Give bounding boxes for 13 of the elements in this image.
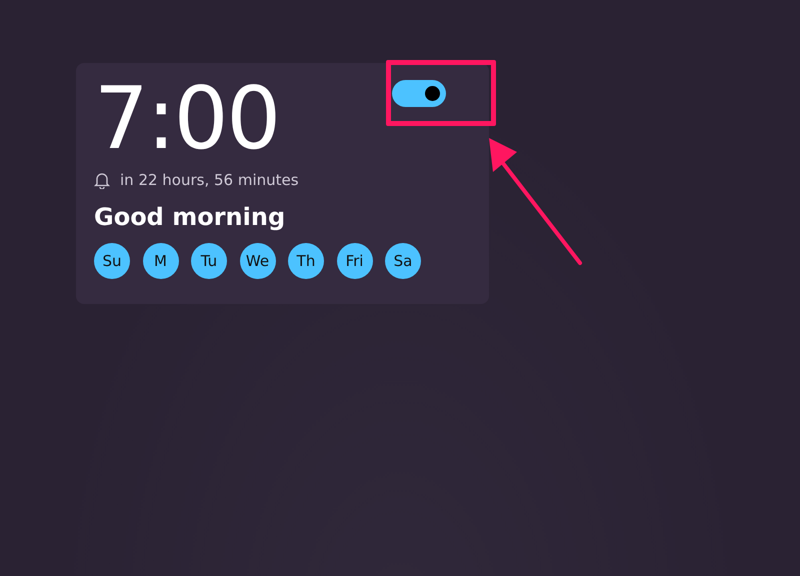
day-chip[interactable]: Fri [336,243,372,279]
bell-icon [94,172,110,188]
alarm-time: 7:00 [94,71,280,167]
day-chip[interactable]: Th [288,243,324,279]
day-chip[interactable]: M [142,243,178,279]
day-chip[interactable]: Sa [385,243,421,279]
day-chip[interactable]: Su [94,243,130,279]
alarm-name: Good morning [94,203,286,231]
alarm-card[interactable]: 7:00 in 22 hours, 56 minutes Good morning Su M Tu We Th Fri Sa [76,63,489,304]
countdown-text: in 22 hours, 56 minutes [120,171,299,189]
day-chip[interactable]: We [240,243,276,279]
day-chip[interactable]: Tu [191,243,227,279]
toggle-switch[interactable] [392,80,446,107]
